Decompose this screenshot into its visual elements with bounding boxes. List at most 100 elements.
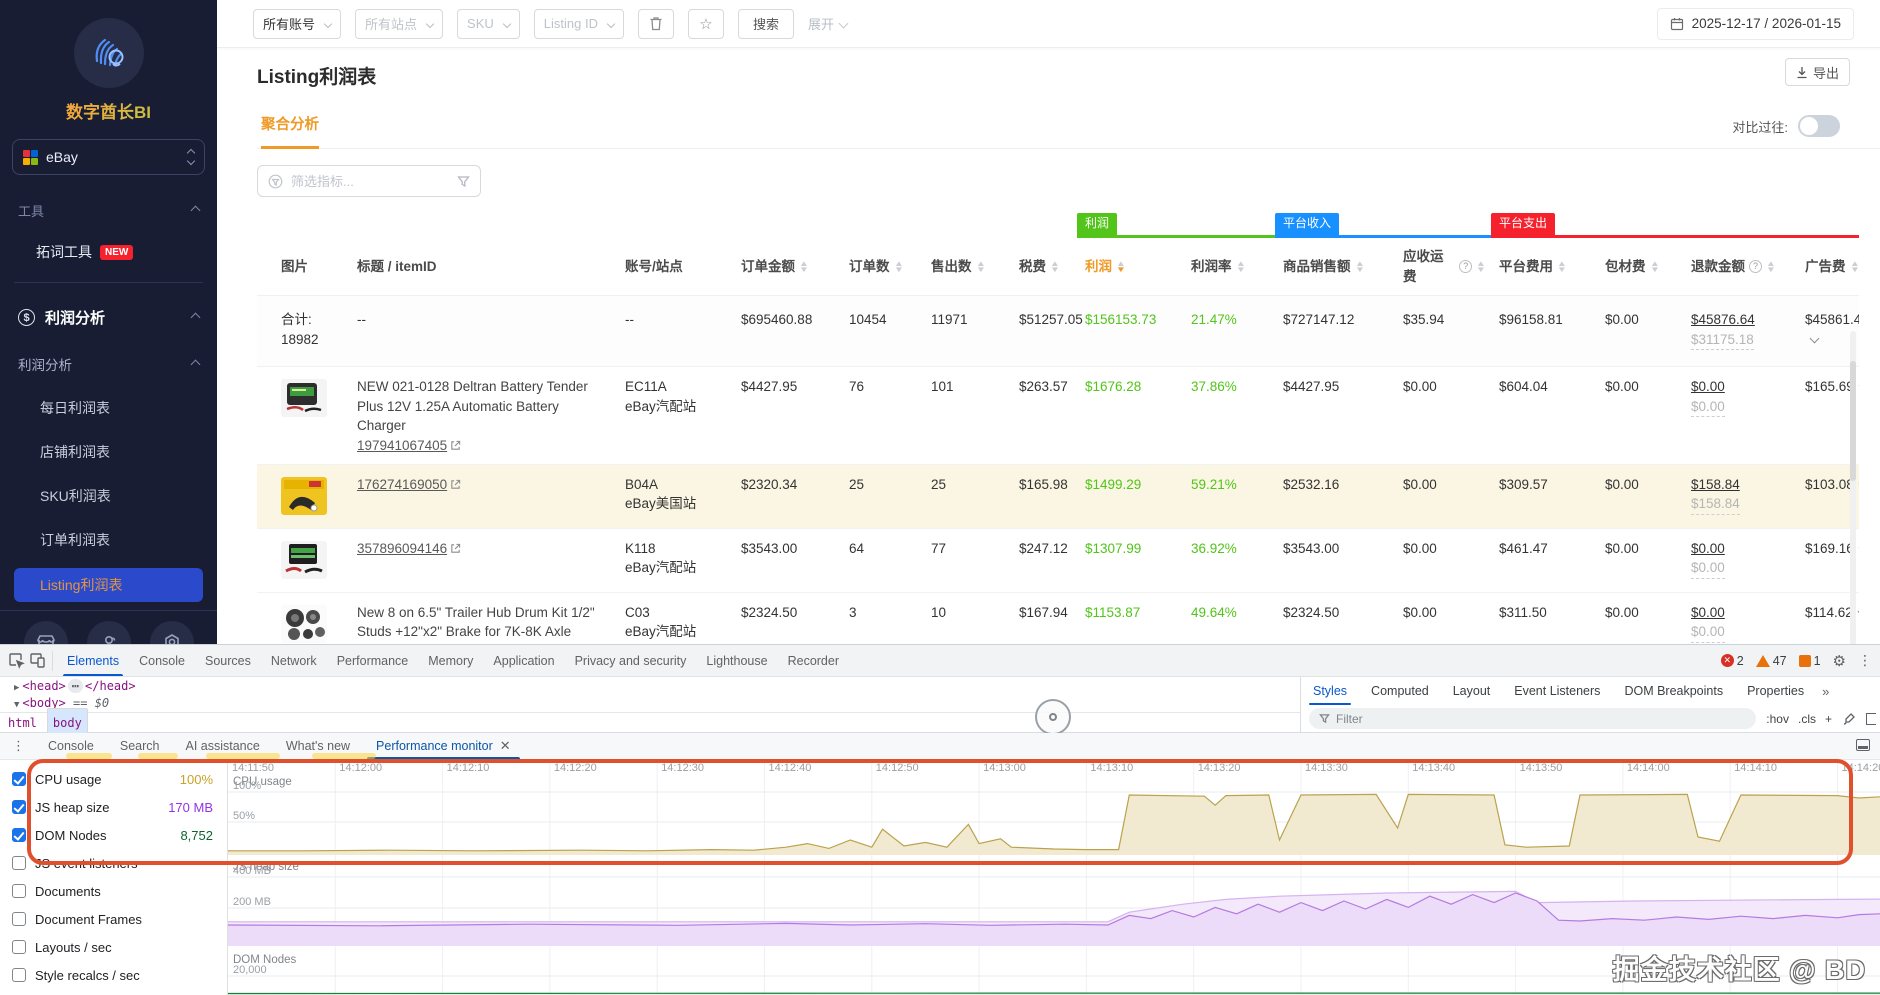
column-header-title[interactable]: 标题 / itemID [349, 238, 617, 295]
sku-filter-select[interactable]: SKU [457, 8, 520, 39]
device-toolbar-icon[interactable] [29, 652, 46, 669]
perf-metric-js-event-listeners[interactable]: JS event listeners [0, 849, 227, 877]
sort-control[interactable]: ▲ ▼ [1849, 259, 1859, 273]
checkbox-icon[interactable] [12, 856, 26, 870]
collapsed-dots[interactable]: ⋯ [67, 679, 84, 693]
favorite-button[interactable]: ☆ [687, 8, 724, 39]
sort-control[interactable]: ▲ ▼ [1476, 259, 1486, 273]
perf-metric-layouts-sec[interactable]: Layouts / sec [0, 933, 227, 961]
close-icon[interactable]: ✕ [500, 738, 511, 754]
perf-metric-style-recalcs-sec[interactable]: Style recalcs / sec [0, 961, 227, 989]
checkbox-icon[interactable] [12, 828, 26, 842]
perf-metric-document-frames[interactable]: Document Frames [0, 905, 227, 933]
account-filter-select[interactable]: 所有账号 [253, 8, 342, 39]
funnel-icon[interactable] [457, 175, 470, 188]
breadcrumb-html[interactable]: html [8, 716, 37, 730]
cell-refund_amount[interactable]: $0.00 $0.00 [1683, 593, 1797, 645]
drawer-menu-icon[interactable]: ⋮ [0, 738, 35, 754]
store-add-icon[interactable] [23, 621, 68, 644]
devtools-tab-network[interactable]: Network [261, 645, 327, 676]
devtools-tab-console[interactable]: Console [129, 645, 195, 676]
expand-filters-button[interactable]: 展开 [808, 14, 849, 33]
column-header-ad_fee[interactable]: 广告费 ▲ ▼ [1797, 238, 1859, 295]
sidebar-submenu-profit-analysis[interactable]: 利润分析 [0, 354, 217, 374]
styles-toggle-[interactable]: + [1825, 712, 1832, 726]
sidebar-section-profit-analysis[interactable]: $ 利润分析 [0, 307, 217, 328]
cell-refund_amount[interactable]: $0.00 $0.00 [1683, 529, 1797, 592]
column-header-profit[interactable]: 利润 ▲ ▼ [1077, 238, 1183, 295]
sidebar-item-listing-profit-active[interactable]: Listing利润表 [14, 568, 203, 602]
listing-id-filter-select[interactable]: Listing ID [533, 8, 624, 39]
sort-control[interactable]: ▲ ▼ [799, 259, 809, 273]
metric-filter-input[interactable] [291, 173, 449, 189]
table-row[interactable]: 176274169050 B04A eBay美国站 $2320.34 25 25 $165.… [257, 464, 1859, 529]
devtools-tab-elements[interactable]: Elements [57, 645, 129, 676]
users-icon[interactable] [86, 621, 131, 644]
elements-tree-panel[interactable]: ▶ <head> ⋯ </head> ▼ <body> == $0 html body [0, 677, 1300, 738]
column-header-platform_fee[interactable]: 平台费用 ▲ ▼ [1491, 238, 1597, 295]
column-header-tax[interactable]: 税费 ▲ ▼ [1011, 238, 1077, 295]
column-header-product_sales[interactable]: 商品销售额 ▲ ▼ [1275, 238, 1395, 295]
sidebar-item-每日利润表[interactable]: 每日利润表 [0, 398, 217, 418]
column-header-refund_amount[interactable]: 退款金额? ▲ ▼ [1683, 238, 1797, 295]
date-range-picker[interactable]: 2025-12-17 / 2026-01-15 [1656, 7, 1854, 40]
column-header-image[interactable]: 图片 [257, 238, 349, 295]
devtools-tab-memory[interactable]: Memory [418, 645, 483, 676]
help-icon[interactable]: ? [1749, 260, 1762, 274]
styles-tab-event-listeners[interactable]: Event Listeners [1502, 677, 1612, 705]
collapse-arrow-icon[interactable]: ▼ [14, 700, 19, 710]
site-filter-select[interactable]: 所有站点 [355, 8, 444, 39]
styles-tab-properties[interactable]: Properties [1735, 677, 1816, 705]
checkbox-icon[interactable] [12, 800, 26, 814]
perf-metric-dom-nodes[interactable]: DOM Nodes 8,752 [0, 821, 227, 849]
table-row[interactable]: 357896094146 K118 eBay汽配站 $3543.00 64 77 $247.… [257, 529, 1859, 593]
styles-tabs-overflow[interactable]: » [1816, 684, 1835, 699]
dom-node-head[interactable]: ▶ <head> ⋯ </head> [0, 677, 1300, 694]
clear-filters-button[interactable] [637, 8, 674, 39]
cell-refund_amount[interactable]: $0.00 $0.00 [1683, 367, 1797, 463]
console-errors-badge[interactable]: ✕ 2 [1720, 654, 1744, 668]
dom-node-body-selected[interactable]: ▼ <body> == $0 [0, 694, 1300, 711]
styles-toggle-hov[interactable]: :hov [1766, 712, 1789, 726]
issues-badge[interactable]: 1 [1798, 654, 1821, 668]
sort-control[interactable]: ▲ ▼ [1050, 259, 1060, 273]
sidebar-section-tools[interactable]: 工具 [0, 201, 217, 220]
item-id-link[interactable]: 197941067405 [357, 436, 461, 456]
devtools-tab-privacy-and-security[interactable]: Privacy and security [565, 645, 697, 676]
devtools-settings-icon[interactable]: ⚙ [1833, 652, 1846, 670]
item-id-link[interactable]: 176274169050 [357, 475, 461, 495]
column-header-shipping_receivable[interactable]: 应收运费? ▲ ▼ [1395, 238, 1491, 295]
tab-aggregate-analysis[interactable]: 聚合分析 [261, 113, 319, 149]
drawer-layout-icon[interactable] [1856, 739, 1870, 751]
devtools-tab-performance[interactable]: Performance [327, 645, 419, 676]
checkbox-icon[interactable] [12, 912, 26, 926]
item-id-link[interactable]: 357896094146 [357, 539, 461, 559]
column-header-packaging_fee[interactable]: 包材费 ▲ ▼ [1597, 238, 1683, 295]
column-header-sold[interactable]: 售出数 ▲ ▼ [923, 238, 1011, 295]
rendering-brush-icon[interactable] [1842, 712, 1856, 726]
styles-filter-input[interactable]: Filter [1309, 708, 1757, 729]
devtools-tab-lighthouse[interactable]: Lighthouse [696, 645, 777, 676]
perf-metric-documents[interactable]: Documents [0, 877, 227, 905]
styles-tab-styles[interactable]: Styles [1301, 677, 1359, 705]
sort-control[interactable]: ▲ ▼ [1766, 259, 1776, 273]
devtools-menu-icon[interactable]: ⋮ [1858, 652, 1872, 669]
devtools-tab-application[interactable]: Application [483, 645, 564, 676]
checkbox-icon[interactable] [12, 940, 26, 954]
table-scrollbar[interactable] [1850, 331, 1856, 644]
styles-tab-layout[interactable]: Layout [1441, 677, 1503, 705]
console-warnings-badge[interactable]: 47 [1755, 654, 1787, 668]
compare-past-toggle[interactable] [1798, 115, 1840, 137]
sort-control[interactable]: ▲ ▼ [1649, 259, 1659, 273]
checkbox-icon[interactable] [12, 884, 26, 898]
column-header-account[interactable]: 账号/站点 [617, 238, 733, 295]
checkbox-icon[interactable] [12, 968, 26, 982]
devtools-tab-sources[interactable]: Sources [195, 645, 261, 676]
sidebar-item-订单利润表[interactable]: 订单利润表 [0, 530, 217, 550]
perf-metric-js-heap-size[interactable]: JS heap size 170 MB [0, 793, 227, 821]
column-header-orders[interactable]: 订单数 ▲ ▼ [841, 238, 923, 295]
sort-control[interactable]: ▲ ▼ [975, 259, 985, 273]
sort-control[interactable]: ▲ ▼ [1557, 259, 1567, 273]
sort-control[interactable]: ▲ ▼ [1116, 259, 1126, 273]
grid-badge-icon-cut[interactable] [1866, 712, 1876, 725]
